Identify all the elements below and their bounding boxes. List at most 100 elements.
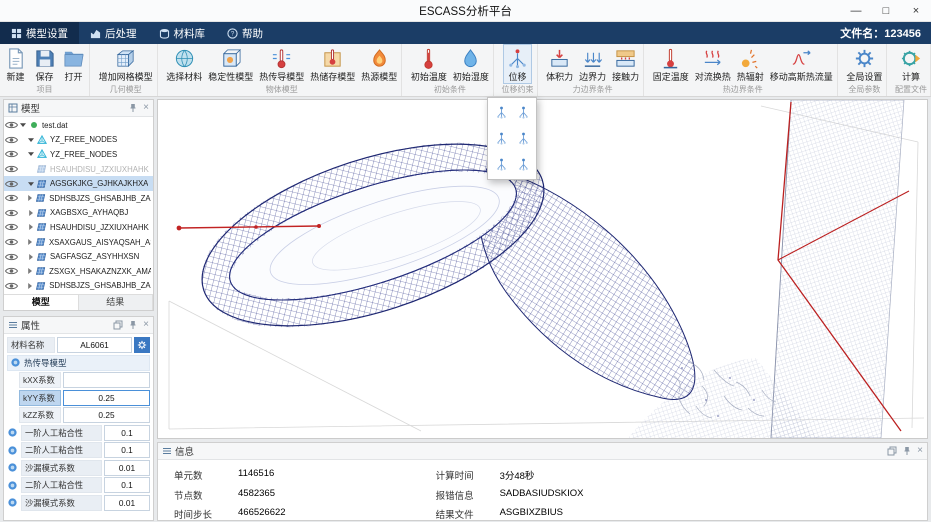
visibility-eye-icon[interactable] <box>4 222 19 232</box>
tree-expander-icon[interactable] <box>27 209 35 217</box>
material-settings-button[interactable] <box>134 337 150 353</box>
tree-item[interactable]: HSAUHDISU_JZXIUXHAHK <box>4 220 153 235</box>
tree-item[interactable]: YZ_FREE_NODES <box>4 147 153 162</box>
ribbon-button-initial-humidity[interactable]: 初始湿度 <box>450 44 492 84</box>
property-value-input[interactable]: 0.25 <box>63 407 150 423</box>
ribbon-button-gauss-heat-flux[interactable]: 移动高斯热流量 <box>767 44 836 84</box>
visibility-eye-icon[interactable] <box>4 164 19 174</box>
visibility-eye-icon[interactable] <box>4 179 19 189</box>
pin-icon[interactable] <box>128 103 138 113</box>
visibility-eye-icon[interactable] <box>4 208 19 218</box>
property-value-input[interactable]: 0.01 <box>104 460 150 476</box>
visibility-eye-icon[interactable] <box>4 266 19 276</box>
visibility-eye-icon[interactable] <box>4 193 19 203</box>
ribbon-button-radiation[interactable]: 热辐射 <box>734 44 767 84</box>
tree-expander-icon[interactable] <box>26 267 34 275</box>
pin-icon[interactable] <box>902 446 912 456</box>
close-button[interactable]: × <box>901 0 931 22</box>
pin-icon[interactable] <box>128 320 138 330</box>
visibility-eye-icon[interactable] <box>4 237 19 247</box>
property-section[interactable]: 热传导模型 <box>7 355 150 371</box>
initial-humidity-icon <box>459 47 482 70</box>
ribbon-button-boundary-force[interactable]: 边界力 <box>576 44 609 84</box>
restore-button[interactable]: □ <box>871 0 901 22</box>
tree-expander-icon[interactable] <box>27 180 35 188</box>
material-name-input[interactable]: AL6061 <box>57 337 132 353</box>
ribbon-button-new-file[interactable]: 新建 <box>1 44 30 84</box>
ribbon-button-select-material[interactable]: 选择材料 <box>163 44 205 84</box>
displacement-option-5[interactable] <box>490 152 512 176</box>
info-label: 单元数 <box>174 468 238 482</box>
tree-expander-icon[interactable] <box>27 150 35 158</box>
ribbon-button-contact-force[interactable]: 接触力 <box>609 44 642 84</box>
tree-item[interactable]: HSAUHDISU_JZXIUXHAHK <box>4 162 153 177</box>
viewport-3d[interactable] <box>157 99 928 439</box>
ribbon-button-stability-model[interactable]: 稳定性模型 <box>205 44 256 84</box>
visibility-eye-icon[interactable] <box>4 252 19 262</box>
tree-item[interactable]: XSAXGAUS_AISYAQSAH_ASHX <box>4 235 153 250</box>
tree-expander-icon[interactable] <box>27 223 35 231</box>
visibility-eye-icon[interactable] <box>4 120 19 130</box>
ribbon-button-compute[interactable]: 计算 <box>897 44 926 84</box>
tree-item[interactable]: XAGBSXG_AYHAQBJ <box>4 206 153 221</box>
ribbon-button-label: 计算 <box>902 70 920 83</box>
close-icon[interactable]: × <box>917 446 923 456</box>
menu-tab-1[interactable]: 模型设置 <box>0 22 79 44</box>
model-panel-tab-2[interactable]: 结果 <box>79 295 154 310</box>
close-icon[interactable]: × <box>143 103 149 113</box>
displacement-option-2[interactable] <box>512 101 534 125</box>
minimize-button[interactable]: — <box>841 0 871 22</box>
displacement-option-1[interactable] <box>490 101 512 125</box>
ribbon-button-fixed-temperature[interactable]: 固定温度 <box>650 44 692 84</box>
menu-tab-4[interactable]: ?帮助 <box>216 22 274 44</box>
ribbon-button-displacement[interactable]: 位移 <box>503 44 532 84</box>
ribbon-button-open-folder[interactable]: 打开 <box>59 44 88 84</box>
tree-item[interactable]: SAGFASGZ_ASYHHXSN <box>4 249 153 264</box>
ribbon-button-body-force[interactable]: 体积力 <box>543 44 576 84</box>
tree-expander-icon[interactable] <box>27 136 35 144</box>
ribbon-group-name: 几何模型 <box>96 84 156 97</box>
close-icon[interactable]: × <box>143 320 149 330</box>
ribbon-button-save[interactable]: 保存 <box>30 44 59 84</box>
tree-item[interactable]: SDHSBJZS_GHSABJHB_ZAHU <box>4 191 153 206</box>
ribbon-button-storage-model[interactable]: 热储存模型 <box>307 44 358 84</box>
property-value-input[interactable]: 0.01 <box>104 495 150 511</box>
displacement-option-4[interactable] <box>512 127 534 151</box>
model-panel-tab-1[interactable]: 模型 <box>4 295 79 310</box>
tree-item[interactable]: ZSXGX_HSAKAZNZXK_AMASX <box>4 264 153 279</box>
tree-item[interactable]: SDHSBJZS_GHSABJHB_ZAHU <box>4 279 153 294</box>
tree-expander-icon[interactable] <box>19 121 27 129</box>
ribbon-button-initial-temperature[interactable]: 初始温度 <box>408 44 450 84</box>
ribbon-button-global-settings[interactable]: 全局设置 <box>843 44 885 84</box>
help-icon: ? <box>227 28 238 39</box>
tree-item[interactable]: YZ_FREE_NODES <box>4 133 153 148</box>
tree-expander-icon[interactable] <box>26 194 34 202</box>
property-value-input[interactable] <box>63 372 150 388</box>
property-value-input[interactable]: 0.1 <box>104 477 150 493</box>
restore-icon[interactable] <box>887 446 897 456</box>
properties-rows: 材料名称AL6061热传导模型kXX系数kYY系数0.25kZZ系数0.25一阶… <box>4 334 153 520</box>
tree-expander-icon[interactable] <box>26 238 34 246</box>
ribbon-button-source-model[interactable]: 热源模型 <box>358 44 400 84</box>
visibility-eye-icon[interactable] <box>4 149 19 159</box>
ribbon-button-conduction-model[interactable]: 热传导模型 <box>256 44 307 84</box>
info-item: 结果文件ASGBIXZBIUS <box>436 507 584 521</box>
tree-expander-icon[interactable] <box>26 282 34 290</box>
displacement-option-6[interactable] <box>512 152 534 176</box>
property-row: 二阶人工粘合性0.1 <box>7 442 150 458</box>
visibility-eye-icon[interactable] <box>4 281 19 291</box>
tree-item[interactable]: AGSGKJKG_GJHKAJKHXA <box>4 176 153 191</box>
menu-tab-2[interactable]: 后处理 <box>79 22 148 44</box>
property-value-input[interactable]: 0.1 <box>104 442 150 458</box>
property-value-input[interactable]: 0.25 <box>63 390 150 406</box>
tree-expander-icon[interactable] <box>27 165 35 173</box>
restore-icon[interactable] <box>113 320 123 330</box>
visibility-eye-icon[interactable] <box>4 135 19 145</box>
ribbon-button-convection[interactable]: 对流换热 <box>692 44 734 84</box>
tree-expander-icon[interactable] <box>27 253 35 261</box>
property-value-input[interactable]: 0.1 <box>104 425 150 441</box>
menu-tab-3[interactable]: 材料库 <box>148 22 217 44</box>
ribbon-button-add-mesh[interactable]: 增加网格模型 <box>96 44 156 84</box>
displacement-option-3[interactable] <box>490 127 512 151</box>
tree-item[interactable]: test.dat <box>4 118 153 133</box>
